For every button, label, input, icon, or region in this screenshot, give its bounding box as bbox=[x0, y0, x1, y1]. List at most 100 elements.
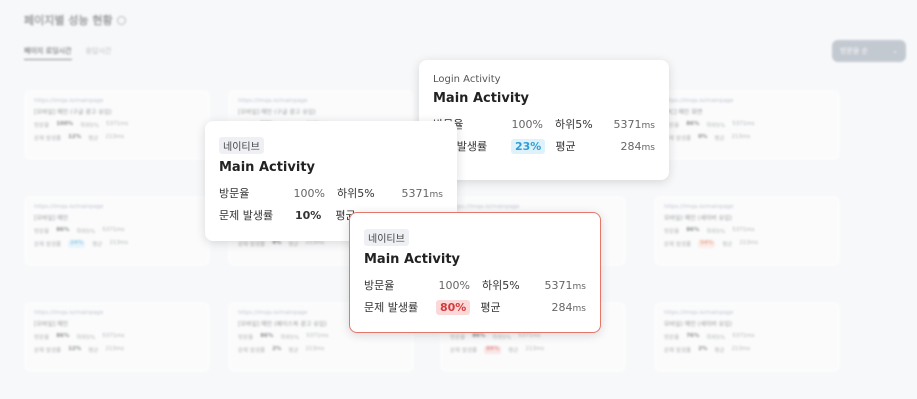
avg-value: 213ms bbox=[105, 134, 125, 140]
visit-value: 86% bbox=[260, 333, 274, 339]
native-tag: 네이티브 bbox=[219, 137, 264, 154]
visit-label: 방문율 bbox=[450, 335, 466, 341]
visit-value: 100% bbox=[293, 186, 325, 200]
issue-value: 12% bbox=[68, 134, 82, 140]
page-name: [모바일] 메인 bbox=[34, 215, 69, 222]
low5-value: 5371ms bbox=[518, 333, 541, 339]
page-url: https://imqa.io/mainpage bbox=[238, 98, 308, 104]
visit-label: 방문율 bbox=[34, 335, 50, 341]
page-name: [PC] 메인 화면 bbox=[664, 109, 703, 116]
low5-label: 하위5% bbox=[706, 229, 726, 235]
page-card[interactable]: https://imqa.io/mainpage [모바일] 메인방문율 86% 하위… bbox=[24, 196, 210, 266]
page-card[interactable]: https://imqa.io/mainpage [모바일] 메인 (구글 광고 … bbox=[24, 90, 210, 160]
page-url: https://imqa.io/mainpage bbox=[450, 204, 520, 210]
avg-value: 213ms bbox=[739, 240, 759, 246]
issue-rate-badge: 23% bbox=[511, 138, 546, 154]
page-card[interactable]: https://imqa.io/mainpage 모바일) 메인 (세미버 유입)… bbox=[654, 196, 840, 266]
avg-value: 284 bbox=[551, 300, 573, 314]
low5-unit: ms bbox=[572, 281, 586, 292]
visit-label: 방문율 bbox=[34, 123, 50, 129]
visit-value: 86% bbox=[56, 333, 70, 339]
visit-value: 100% bbox=[56, 121, 74, 127]
popup-native-activity-active[interactable]: 네이티브 Main Activity 방문율 100% 하위5% 5371ms … bbox=[349, 212, 601, 333]
low5-label: 하위5% bbox=[337, 187, 375, 200]
low5-value: 5371 bbox=[401, 186, 430, 200]
low5-label: 하위5% bbox=[706, 123, 726, 129]
tab-bar: 페이지 로딩시간 응답시간 bbox=[24, 46, 111, 60]
issue-rate-badge: 80% bbox=[436, 299, 471, 315]
low5-label: 하위5% bbox=[482, 279, 520, 292]
page-name: [모바일] 메인 (구글 광고 유입) bbox=[34, 109, 112, 116]
native-tag: 네이티브 bbox=[364, 229, 409, 246]
issue-value: 54% bbox=[698, 240, 716, 248]
sort-dropdown[interactable]: 방문율 순 ⌄ bbox=[832, 40, 906, 62]
visit-value: 86% bbox=[686, 121, 700, 127]
avg-label: 평균 bbox=[92, 242, 103, 248]
low5-label: 하위5% bbox=[280, 335, 300, 341]
avg-label: 평균 bbox=[88, 136, 99, 142]
visit-value: 100% bbox=[511, 117, 543, 131]
page-name: [모바일] 메인 (구글 광고 유입) bbox=[238, 109, 316, 116]
chevron-down-icon: ⌄ bbox=[892, 47, 898, 55]
issue-value: 4% bbox=[272, 240, 282, 246]
tab-page-loading[interactable]: 페이지 로딩시간 bbox=[24, 46, 72, 60]
page-card[interactable]: https://imqa.io/mainpage 모바일) 메인 (세미버 유입)… bbox=[654, 302, 840, 372]
avg-value: 213ms bbox=[731, 346, 751, 352]
popup-title: Main Activity bbox=[364, 252, 461, 267]
sort-label: 방문율 순 bbox=[840, 47, 868, 55]
low5-value: 5371ms bbox=[106, 121, 129, 127]
page-title: 페이지별 성능 현황 bbox=[24, 12, 126, 28]
visit-label: 방문율 bbox=[664, 335, 680, 341]
popup-title: Main Activity bbox=[433, 91, 530, 106]
page-name: 모바일) 메인 (세미버 유입) bbox=[664, 215, 732, 222]
issue-label: 문제 발생률 bbox=[450, 348, 478, 354]
low5-unit: ms bbox=[641, 120, 655, 131]
avg-label: 평균 bbox=[722, 242, 733, 248]
visit-label: 방문율 bbox=[664, 229, 680, 235]
page-title-text: 페이지별 성능 현황 bbox=[24, 14, 113, 27]
avg-value: 213ms bbox=[109, 240, 129, 246]
low5-value: 5371ms bbox=[732, 121, 755, 127]
issue-label: 문제 발생률 bbox=[219, 209, 274, 222]
avg-unit: ms bbox=[641, 142, 655, 153]
issue-value: 12% bbox=[68, 346, 82, 352]
page-url: https://imqa.io/mainpage bbox=[34, 98, 104, 104]
low5-value: 5371 bbox=[544, 278, 573, 292]
low5-label: 하위5% bbox=[555, 118, 593, 131]
issue-label: 문제 발생률 bbox=[238, 348, 266, 354]
page-url: https://imqa.io/mainpage bbox=[664, 310, 734, 316]
issue-value: 0% bbox=[698, 134, 708, 140]
visit-label: 방문율 bbox=[219, 187, 250, 200]
page-card[interactable]: https://imqa.io/mainpage [PC] 메인 화면 방문율 86%… bbox=[654, 90, 840, 160]
issue-rate-value: 10% bbox=[295, 208, 322, 222]
page-card[interactable]: https://imqa.io/mainpage [모바일] 메인방문율 86% 하위… bbox=[24, 302, 210, 372]
low5-label: 하위5% bbox=[76, 335, 96, 341]
low5-label: 하위5% bbox=[706, 335, 726, 341]
avg-unit: ms bbox=[572, 303, 586, 314]
avg-value: 213ms bbox=[305, 240, 325, 246]
issue-label: 문제 발생률 bbox=[364, 301, 419, 314]
low5-value: 5371ms bbox=[732, 227, 755, 233]
avg-label: 평균 bbox=[480, 301, 501, 314]
low5-value: 5371 bbox=[613, 117, 642, 131]
low5-label: 하위5% bbox=[76, 229, 96, 235]
page-name: 모바일) 메인 (세미버 유입) bbox=[664, 321, 732, 328]
avg-label: 평균 bbox=[714, 136, 725, 142]
avg-label: 평균 bbox=[508, 348, 519, 354]
tab-response-time[interactable]: 응답시간 bbox=[86, 46, 112, 60]
avg-value: 284 bbox=[620, 139, 642, 153]
page-name: [모바일] 메인 bbox=[34, 321, 69, 328]
popup-subtitle: Login Activity bbox=[433, 74, 501, 85]
issue-label: 문제 발생률 bbox=[34, 242, 62, 248]
issue-label: 문제 발생률 bbox=[34, 136, 62, 142]
issue-value: 2% bbox=[272, 346, 282, 352]
visit-label: 방문율 bbox=[34, 229, 50, 235]
popup-title: Main Activity bbox=[219, 160, 316, 175]
avg-value: 213ms bbox=[305, 346, 325, 352]
avg-label: 평균 bbox=[288, 242, 299, 248]
info-icon[interactable] bbox=[116, 16, 126, 25]
page-url: https://imqa.io/mainpage bbox=[34, 310, 104, 316]
visit-label: 방문율 bbox=[364, 279, 395, 292]
low5-label: 하위5% bbox=[492, 335, 512, 341]
visit-value: 86% bbox=[56, 227, 70, 233]
